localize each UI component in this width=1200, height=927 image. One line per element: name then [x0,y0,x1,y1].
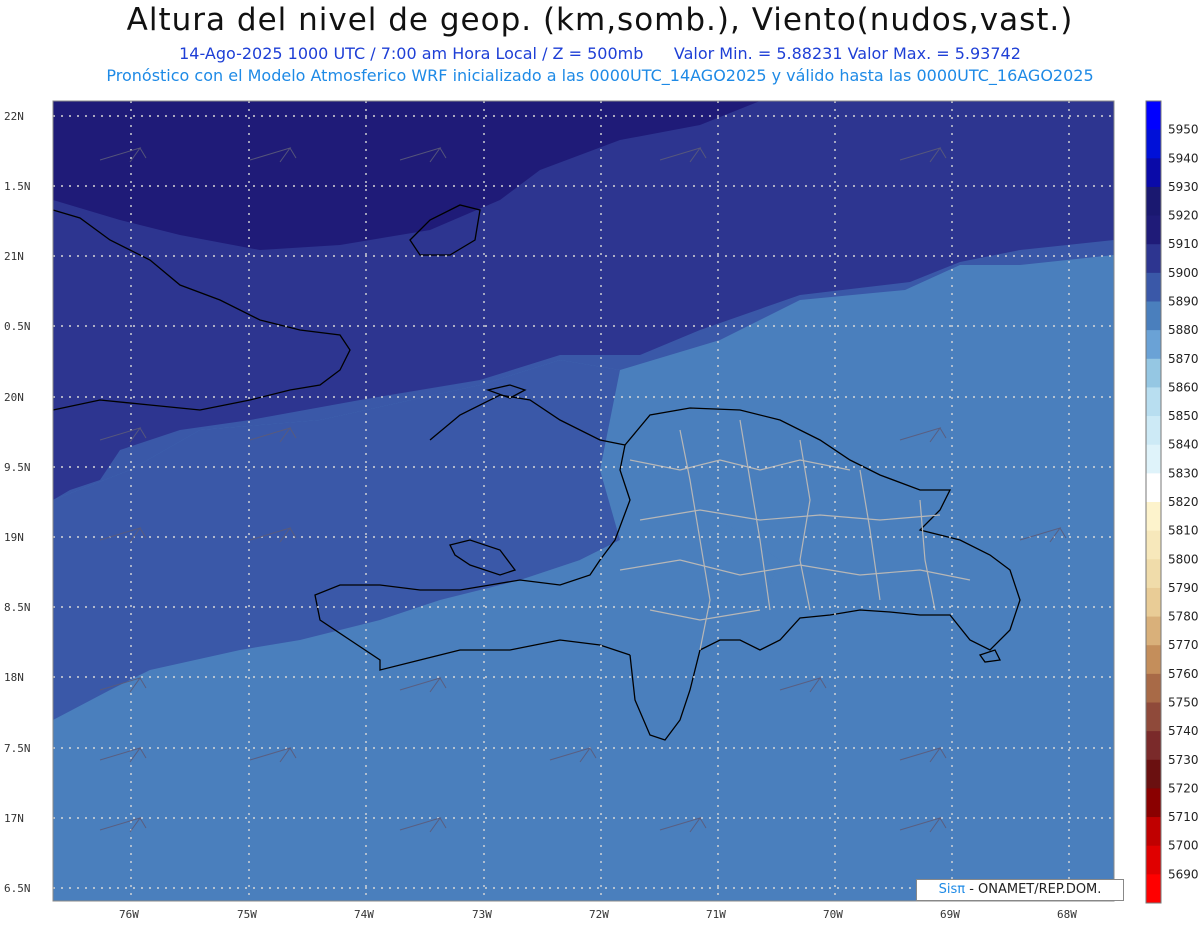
colorbar-swatch [1146,416,1161,446]
colorbar-label: 5850 [1168,409,1199,423]
colorbar-label: 5730 [1168,753,1199,767]
colorbar-label: 5890 [1168,295,1199,309]
colorbar-label: 5740 [1168,724,1199,738]
lat-label: 1.5N [4,180,31,193]
colorbar-label: 5820 [1168,495,1199,509]
colorbar-label: 5690 [1168,867,1199,881]
colorbar-label: 5930 [1168,180,1199,194]
colorbar-swatch [1146,616,1161,646]
lon-label: 75W [237,908,257,921]
colorbar-swatch [1146,731,1161,761]
lon-label: 69W [940,908,960,921]
colorbar-label: 5920 [1168,209,1199,223]
lon-label: 71W [706,908,726,921]
lat-label: 18N [4,671,24,684]
lon-label: 73W [472,908,492,921]
colorbar-label: 5950 [1168,123,1199,137]
colorbar-swatch [1146,559,1161,589]
colorbar-label: 5860 [1168,380,1199,394]
longitude-labels: 76W 75W 74W 73W 72W 71W 70W 69W 68W [119,908,1077,921]
colorbar-swatch [1146,272,1161,302]
colorbar-label: 5900 [1168,266,1199,280]
colorbar-swatch [1146,473,1161,503]
lat-label: 7.5N [4,742,31,755]
colorbar-swatch [1146,158,1161,188]
lat-label: 6.5N [4,882,31,895]
colorbar-swatch [1146,874,1161,904]
colorbar-swatch [1146,759,1161,789]
colorbar-label: 5800 [1168,552,1199,566]
colorbar-swatch [1146,301,1161,331]
colorbar-swatch [1146,845,1161,875]
colorbar-swatch [1146,645,1161,675]
latitude-labels: 22N 1.5N 21N 0.5N 20N 9.5N 19N 8.5N 18N … [4,110,31,895]
credit-box: Sisπ - ONAMET/REP.DOM. [916,879,1124,901]
colorbar-label: 5880 [1168,323,1199,337]
map-canvas: 22N 1.5N 21N 0.5N 20N 9.5N 19N 8.5N 18N … [4,100,1199,921]
colorbar-swatch [1146,358,1161,388]
lat-label: 19N [4,531,24,544]
lat-label: 8.5N [4,601,31,614]
colorbar: 5950 5940 5930 5920 5910 5900 5890 5880 5870 5860… [1145,100,1199,904]
colorbar-label: 5840 [1168,438,1199,452]
colorbar-label: 5710 [1168,810,1199,824]
colorbar-swatch [1146,129,1161,159]
colorbar-label: 5790 [1168,581,1199,595]
colorbar-swatch [1146,215,1161,245]
colorbar-label: 5830 [1168,466,1199,480]
lon-label: 70W [823,908,843,921]
brand-logo: Sisπ [938,882,966,897]
colorbar-label: 5720 [1168,781,1199,795]
colorbar-swatch [1146,702,1161,732]
colorbar-swatch [1146,587,1161,618]
colorbar-label: 5760 [1168,667,1199,681]
lon-label: 68W [1057,908,1077,921]
colorbar-label: 5910 [1168,237,1199,251]
lon-label: 72W [589,908,609,921]
colorbar-label: 5870 [1168,352,1199,366]
credit-text: - ONAMET/REP.DOM. [965,882,1102,897]
colorbar-label: 5780 [1168,610,1199,624]
lat-label: 9.5N [4,461,31,474]
colorbar-label: 5770 [1168,638,1199,652]
colorbar-label: 5700 [1168,839,1199,853]
lat-label: 17N [4,812,24,825]
colorbar-swatch [1146,330,1161,360]
colorbar-swatch [1146,502,1161,532]
colorbar-swatch [1146,817,1161,847]
colorbar-swatch [1146,444,1161,474]
colorbar-label: 5810 [1168,524,1199,538]
colorbar-swatch [1146,244,1161,274]
lat-label: 20N [4,391,24,404]
colorbar-swatch [1146,788,1161,818]
colorbar-swatch [1146,186,1161,217]
lat-label: 21N [4,250,24,263]
lon-label: 74W [354,908,374,921]
colorbar-swatch [1146,530,1161,560]
colorbar-swatch [1146,673,1161,703]
lat-label: 22N [4,110,24,123]
lat-label: 0.5N [4,320,31,333]
lon-label: 76W [119,908,139,921]
colorbar-label: 5940 [1168,151,1199,165]
colorbar-label: 5750 [1168,696,1199,710]
colorbar-swatch [1146,387,1161,417]
colorbar-swatch [1146,101,1161,131]
